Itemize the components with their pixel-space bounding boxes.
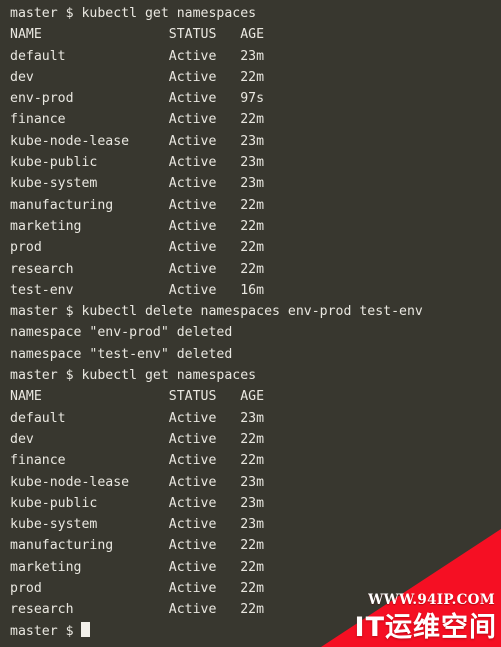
terminal-window[interactable]: master $ kubectl get namespaces NAME STAT… [0, 0, 501, 647]
terminal-line: prod Active 22m [10, 581, 265, 597]
terminal-line: test-env Active 16m [10, 282, 265, 298]
terminal-line: research Active 22m [10, 261, 265, 277]
terminal-output[interactable]: master $ kubectl get namespaces NAME STAT… [0, 0, 423, 642]
terminal-line: master $ kubectl get namespaces [10, 6, 257, 21]
terminal-line: NAME STATUS AGE [10, 389, 265, 405]
terminal-line: env-prod Active 97s [10, 91, 265, 107]
terminal-line: finance Active 22m [10, 453, 265, 469]
terminal-line: prod Active 22m [10, 240, 265, 256]
terminal-prompt-line[interactable]: master $ [10, 621, 423, 642]
terminal-line: research Active 22m [10, 602, 265, 618]
terminal-line: dev Active 22m [10, 69, 265, 85]
terminal-line: kube-public Active 23m [10, 495, 265, 511]
terminal-line: namespace "env-prod" deleted [10, 325, 233, 341]
terminal-line: marketing Active 22m [10, 218, 265, 234]
prompt-text: master $ [10, 623, 82, 639]
terminal-line: default Active 23m [10, 48, 265, 64]
terminal-line: namespace "test-env" deleted [10, 346, 233, 362]
terminal-line: dev Active 22m [10, 431, 265, 447]
terminal-line: NAME STATUS AGE [10, 27, 265, 43]
terminal-line: default Active 23m [10, 410, 265, 426]
terminal-line: marketing Active 22m [10, 559, 265, 575]
terminal-line: master $ kubectl delete namespaces env-p… [10, 304, 423, 320]
terminal-line: master $ kubectl get namespaces [10, 368, 257, 384]
terminal-line: kube-public Active 23m [10, 155, 265, 171]
terminal-line: manufacturing Active 22m [10, 197, 265, 213]
terminal-line: kube-system Active 23m [10, 517, 265, 533]
terminal-line: kube-node-lease Active 23m [10, 133, 265, 149]
terminal-line: kube-node-lease Active 23m [10, 474, 265, 490]
terminal-line: manufacturing Active 22m [10, 538, 265, 554]
text-cursor [81, 621, 90, 637]
terminal-line: finance Active 22m [10, 112, 265, 128]
terminal-line: kube-system Active 23m [10, 176, 265, 192]
